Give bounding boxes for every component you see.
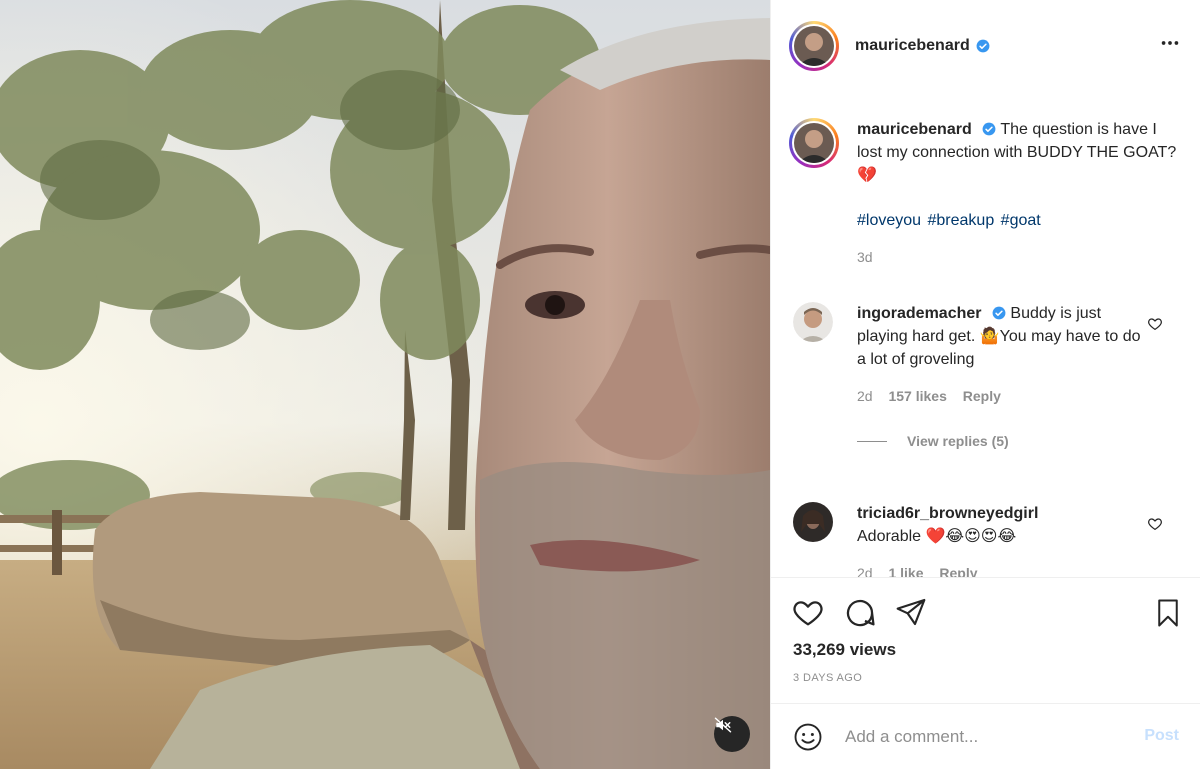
comment-username[interactable]: triciad6r_browneyedgirl [857,505,1038,522]
caption-username[interactable]: mauricebenard [857,121,972,138]
divider-line [857,441,887,442]
comment-meta: 2d 1 like Reply [857,562,1147,577]
comment-likes[interactable]: 157 likes [888,388,946,404]
reply-button[interactable]: Reply [939,565,977,577]
comment-meta: 2d 157 likes Reply [857,385,1147,408]
verified-badge-icon [976,39,990,53]
comment-likes[interactable]: 1 like [888,565,923,577]
comment-text: Adorable ❤️😂😍😍😂 [857,528,1017,545]
commenter-avatar[interactable] [793,302,833,342]
commenter-avatar[interactable] [793,502,833,542]
comment-time[interactable]: 2d [857,388,873,404]
comments-list[interactable]: mauricebenard The question is have I los… [771,92,1200,577]
caption-avatar[interactable] [789,118,839,168]
video-frame [0,0,770,769]
reply-button[interactable]: Reply [963,388,1001,404]
comment-icon[interactable] [843,596,877,630]
comment-input[interactable] [845,724,1135,750]
caption-meta: 3d [857,246,1177,269]
heart-icon[interactable] [1147,516,1163,532]
post-timestamp[interactable]: 3 DAYS AGO [793,672,862,684]
author-avatar[interactable] [789,21,839,71]
post-header: mauricebenard [771,0,1200,92]
caption-hashtags: #loveyou #breakup #goat [857,209,1177,232]
video-player[interactable] [0,0,770,769]
post-comment-button[interactable]: Post [1144,727,1179,745]
hashtag-link[interactable]: #loveyou [857,212,921,229]
ellipsis-icon[interactable] [1159,32,1181,54]
speaker-muted-icon [714,717,732,733]
view-count[interactable]: 33,269 views [793,640,896,660]
mute-button[interactable] [714,716,750,752]
add-comment-bar: Post [771,703,1200,769]
post-sidebar: mauricebenard mauricebenard The question… [770,0,1200,769]
comment-username[interactable]: ingorademacher [857,305,981,322]
author-username[interactable]: mauricebenard [855,37,970,55]
hashtag-link[interactable]: #breakup [928,212,995,229]
post-actions: 33,269 views 3 DAYS AGO [771,577,1200,697]
heart-icon[interactable] [1147,316,1163,332]
verified-badge-icon [992,306,1006,320]
verified-badge-icon [982,122,996,136]
caption-time[interactable]: 3d [857,249,873,265]
comment-time[interactable]: 2d [857,565,873,577]
smiley-icon[interactable] [793,722,823,752]
avatar-image [794,26,834,66]
bookmark-icon[interactable] [1153,596,1183,630]
heart-icon[interactable] [791,596,825,630]
view-replies-button[interactable]: View replies (5) [857,430,1147,453]
paper-plane-icon[interactable] [895,596,927,628]
hashtag-link[interactable]: #goat [1001,212,1041,229]
view-replies-label: View replies (5) [907,433,1009,449]
avatar-image [794,123,834,163]
